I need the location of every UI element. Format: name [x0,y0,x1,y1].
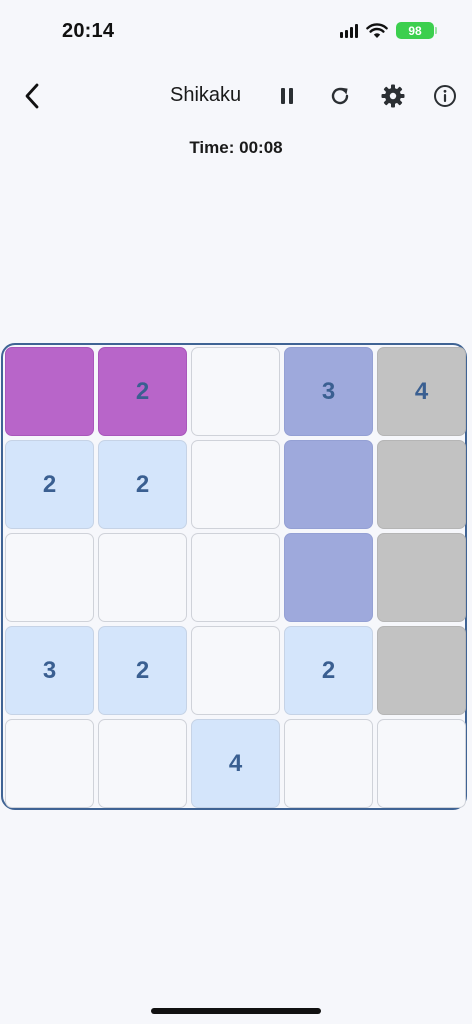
grid-cell-r5-c1[interactable] [5,719,94,808]
grid-cell-r3-c5[interactable] [377,533,466,622]
grid-cell-r2-c5[interactable] [377,440,466,529]
cellular-signal-icon [340,23,358,38]
grid-cell-r3-c3[interactable] [191,533,280,622]
status-time: 20:14 [62,20,115,42]
grid-cell-r3-c4[interactable] [284,533,373,622]
grid-cell-r2-c3[interactable] [191,440,280,529]
grid-cell-r1-c5[interactable]: 4 [377,347,466,436]
grid-cell-r5-c3[interactable]: 4 [191,719,280,808]
back-chevron-icon [25,83,39,109]
info-button[interactable] [429,80,461,112]
home-indicator[interactable] [151,1008,321,1014]
timer-label: Time: [189,138,235,157]
grid-cell-r2-c1[interactable]: 2 [5,440,94,529]
reload-icon [331,87,349,105]
grid-cell-r1-c4[interactable]: 3 [284,347,373,436]
grid-cell-r5-c2[interactable] [98,719,187,808]
grid-cell-r1-c1[interactable] [5,347,94,436]
puzzle-grid: 234223224 [5,347,466,808]
grid-cell-r4-c5[interactable] [377,626,466,715]
battery-icon: 98 [396,22,437,39]
header: Shikaku [0,74,472,118]
pause-button[interactable] [271,80,303,112]
back-button[interactable] [16,80,48,112]
app-screen: 20:14 98 Shikaku Time: 00:08 2 3 4 2 2 3… [0,0,472,1024]
grid-cell-r4-c3[interactable] [191,626,280,715]
page-title: Shikaku [170,84,242,106]
grid-cell-r1-c2[interactable]: 2 [98,347,187,436]
grid-cell-r5-c5[interactable] [377,719,466,808]
grid-cell-r2-c2[interactable]: 2 [98,440,187,529]
grid-cell-r3-c1[interactable] [5,533,94,622]
timer: Time: 00:08 [0,138,472,158]
grid-cell-r4-c4[interactable]: 2 [284,626,373,715]
puzzle-board: 234223224 [1,343,467,810]
info-icon [434,85,456,107]
grid-cell-r2-c4[interactable] [284,440,373,529]
grid-cell-r4-c2[interactable]: 2 [98,626,187,715]
grid-cell-r4-c1[interactable]: 3 [5,626,94,715]
status-bar: 20:14 98 [0,0,472,64]
grid-cell-r3-c2[interactable] [98,533,187,622]
timer-value: 00:08 [239,138,283,157]
settings-button[interactable] [377,80,409,112]
status-icons: 98 [340,22,437,39]
gear-icon [381,84,405,108]
grid-cell-r1-c3[interactable] [191,347,280,436]
reload-button[interactable] [324,80,356,112]
wifi-icon [366,22,388,38]
pause-icon [281,88,293,104]
battery-level: 98 [408,23,422,38]
grid-cell-r5-c4[interactable] [284,719,373,808]
